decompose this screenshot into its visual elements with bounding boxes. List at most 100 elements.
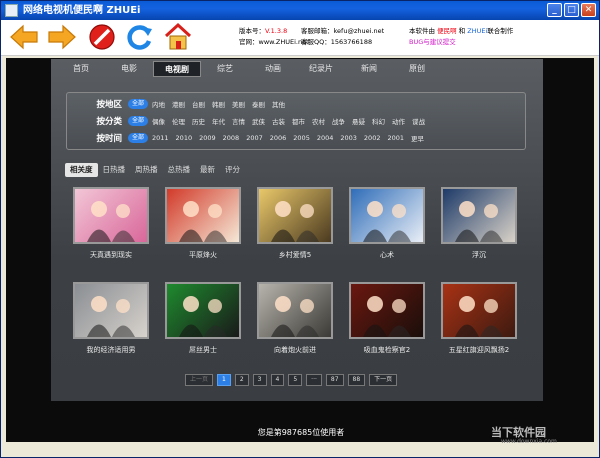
movie-card[interactable]: 屌丝男士 — [165, 282, 241, 355]
page-button[interactable]: 1 — [217, 374, 231, 386]
made-by-b[interactable]: ZHUEi — [467, 27, 487, 35]
filter-option[interactable]: 美剧 — [232, 99, 245, 109]
movie-card[interactable]: 平原烽火 — [165, 187, 241, 260]
filter-option[interactable]: 2008 — [223, 134, 240, 142]
poster-image[interactable] — [165, 187, 241, 244]
poster-image[interactable] — [441, 282, 517, 339]
filter-option[interactable]: 2007 — [246, 134, 263, 142]
title-bar[interactable]: 网络电视机便民啊 ZHUEi _ □ ✕ — [1, 1, 599, 20]
filter-option[interactable]: 动作 — [392, 116, 405, 126]
bug-report-link[interactable]: BUG与建议提交 — [409, 38, 456, 46]
filter-option[interactable]: 泰剧 — [252, 99, 265, 109]
forward-button[interactable] — [47, 22, 77, 52]
filter-option[interactable]: 2001 — [387, 134, 404, 142]
poster-image[interactable] — [73, 282, 149, 339]
movie-title[interactable]: 五星红旗迎风飘扬2 — [441, 345, 517, 355]
movie-title[interactable]: 平原烽火 — [165, 250, 241, 260]
movie-card[interactable]: 我的经济适用男 — [73, 282, 149, 355]
nav-tab[interactable]: 纪录片 — [297, 61, 345, 77]
filter-option[interactable]: 历史 — [192, 116, 205, 126]
filter-option[interactable]: 港剧 — [172, 99, 185, 109]
movie-card[interactable]: 天真遇到现实 — [73, 187, 149, 260]
page-button[interactable]: ··· — [306, 374, 322, 386]
filter-option[interactable]: 2010 — [176, 134, 193, 142]
filter-option[interactable]: 战争 — [332, 116, 345, 126]
filter-option[interactable]: 古装 — [272, 116, 285, 126]
movie-card[interactable]: 向着炮火前进 — [257, 282, 333, 355]
filter-option[interactable]: 2004 — [317, 134, 334, 142]
home-button[interactable] — [163, 22, 193, 52]
close-button[interactable]: ✕ — [581, 3, 596, 17]
filter-option[interactable]: 年代 — [212, 116, 225, 126]
filter-option[interactable]: 科幻 — [372, 116, 385, 126]
poster-image[interactable] — [73, 187, 149, 244]
movie-card[interactable]: 五星红旗迎风飘扬2 — [441, 282, 517, 355]
filter-all-button[interactable]: 全部 — [128, 116, 148, 126]
minimize-button[interactable]: _ — [547, 3, 562, 17]
movie-title[interactable]: 乡村爱情5 — [257, 250, 333, 260]
sort-tab[interactable]: 评分 — [220, 163, 245, 177]
movie-card[interactable]: 乡村爱情5 — [257, 187, 333, 260]
sort-tab[interactable]: 日热播 — [98, 163, 131, 177]
back-button[interactable] — [9, 22, 39, 52]
poster-image[interactable] — [441, 187, 517, 244]
prev-page-button[interactable]: 上一页 — [185, 374, 214, 386]
poster-image[interactable] — [257, 187, 333, 244]
refresh-button[interactable] — [125, 22, 155, 52]
filter-option[interactable]: 2011 — [152, 134, 169, 142]
nav-tab[interactable]: 电视剧 — [153, 61, 201, 77]
nav-tab[interactable]: 电影 — [105, 61, 153, 77]
filter-option[interactable]: 农村 — [312, 116, 325, 126]
page-button[interactable]: 2 — [234, 374, 249, 386]
movie-title[interactable]: 浮沉 — [441, 250, 517, 260]
poster-image[interactable] — [257, 282, 333, 339]
filter-all-button[interactable]: 全部 — [128, 133, 148, 143]
page-button[interactable]: 88 — [347, 374, 366, 386]
page-button[interactable]: 3 — [252, 374, 267, 386]
movie-card[interactable]: 吸血鬼检察官2 — [349, 282, 425, 355]
filter-option[interactable]: 2009 — [199, 134, 216, 142]
page-button[interactable]: 4 — [270, 374, 285, 386]
filter-option[interactable]: 韩剧 — [212, 99, 225, 109]
sort-tab[interactable]: 最新 — [195, 163, 220, 177]
filter-option[interactable]: 悬疑 — [352, 116, 365, 126]
filter-option[interactable]: 武侠 — [252, 116, 265, 126]
filter-all-button[interactable]: 全部 — [128, 99, 148, 109]
nav-tab[interactable]: 首页 — [57, 61, 105, 77]
stop-button[interactable] — [87, 22, 117, 52]
filter-option[interactable]: 伦理 — [172, 116, 185, 126]
movie-title[interactable]: 吸血鬼检察官2 — [349, 345, 425, 355]
poster-image[interactable] — [349, 282, 425, 339]
nav-tab[interactable]: 新闻 — [345, 61, 393, 77]
filter-option[interactable]: 台剧 — [192, 99, 205, 109]
sort-tab[interactable]: 周热播 — [130, 163, 163, 177]
nav-tab[interactable]: 原创 — [393, 61, 441, 77]
movie-title[interactable]: 天真遇到现实 — [73, 250, 149, 260]
movie-title[interactable]: 心术 — [349, 250, 425, 260]
poster-image[interactable] — [165, 282, 241, 339]
sort-tab[interactable]: 相关度 — [65, 163, 98, 177]
filter-option[interactable]: 更早 — [411, 133, 424, 143]
filter-option[interactable]: 都市 — [292, 116, 305, 126]
movie-card[interactable]: 心术 — [349, 187, 425, 260]
made-by-a[interactable]: 便民啊 — [437, 27, 457, 35]
maximize-button[interactable]: □ — [564, 3, 579, 17]
filter-option[interactable]: 2006 — [270, 134, 287, 142]
page-button[interactable]: 87 — [325, 374, 344, 386]
sort-tab[interactable]: 总热播 — [163, 163, 196, 177]
page-button[interactable]: 5 — [288, 374, 303, 386]
nav-tab[interactable]: 综艺 — [201, 61, 249, 77]
filter-option[interactable]: 偶像 — [152, 116, 165, 126]
movie-card[interactable]: 浮沉 — [441, 187, 517, 260]
filter-option[interactable]: 其他 — [272, 99, 285, 109]
poster-image[interactable] — [349, 187, 425, 244]
filter-option[interactable]: 2003 — [340, 134, 357, 142]
filter-option[interactable]: 2005 — [293, 134, 310, 142]
filter-option[interactable]: 谍战 — [412, 116, 425, 126]
movie-title[interactable]: 我的经济适用男 — [73, 345, 149, 355]
nav-tab[interactable]: 动画 — [249, 61, 297, 77]
filter-option[interactable]: 内地 — [152, 99, 165, 109]
movie-title[interactable]: 向着炮火前进 — [257, 345, 333, 355]
filter-option[interactable]: 2002 — [364, 134, 381, 142]
next-page-button[interactable]: 下一页 — [369, 374, 398, 386]
